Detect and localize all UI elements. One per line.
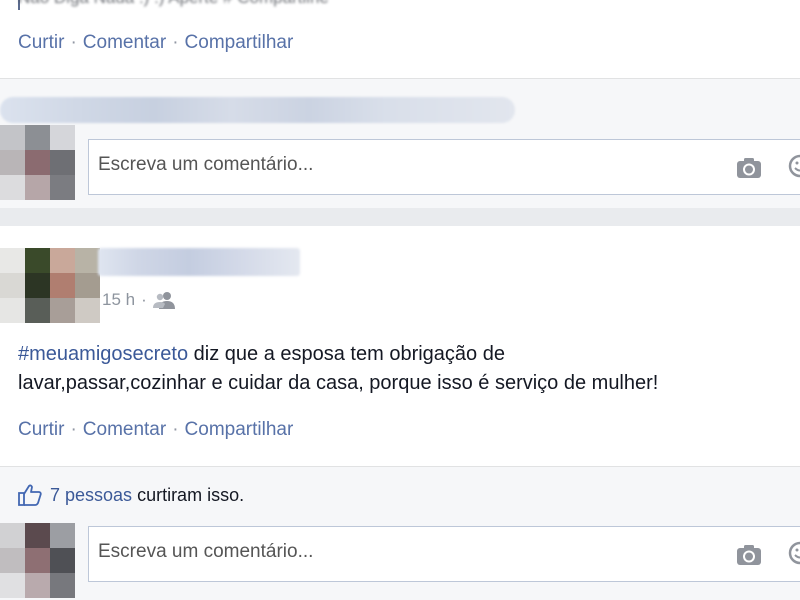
emoji-icon[interactable] xyxy=(787,539,800,567)
like-link[interactable]: Curtir xyxy=(18,32,64,53)
previous-post: Não Diga Nada :) :) Aperte # Compartilhe… xyxy=(0,0,800,78)
thumbs-up-icon[interactable] xyxy=(18,484,42,506)
author-avatar xyxy=(0,248,100,323)
separator: · xyxy=(172,32,179,53)
hashtag-link[interactable]: #meuamigosecreto xyxy=(18,343,188,365)
comments-section: 7 pessoas curtiram isso. xyxy=(0,466,800,600)
camera-icon[interactable] xyxy=(735,541,763,569)
camera-icon[interactable] xyxy=(735,154,763,182)
separator: · xyxy=(141,290,147,309)
avatar xyxy=(0,523,75,598)
previous-post-actions: Curtir · Comentar · Compartilhar xyxy=(18,32,293,54)
comment-input[interactable] xyxy=(98,154,698,176)
comment-link[interactable]: Comentar xyxy=(83,32,166,53)
separator: · xyxy=(70,32,77,53)
like-link[interactable]: Curtir xyxy=(18,419,64,440)
post-actions: Curtir · Comentar · Compartilhar xyxy=(18,419,293,441)
previous-post-text: Não Diga Nada :) :) Aperte # Compartilhe xyxy=(18,0,329,8)
emoji-icon[interactable] xyxy=(787,152,800,180)
friends-icon[interactable] xyxy=(152,291,175,309)
comment-box xyxy=(88,526,800,582)
comment-link[interactable]: Comentar xyxy=(83,419,166,440)
separator: · xyxy=(70,419,77,440)
post-text-line1: diz que a esposa tem obrigação de xyxy=(188,343,505,365)
author-name-blurred[interactable] xyxy=(98,248,300,276)
post-meta: 15 h · xyxy=(102,290,175,310)
comments-section xyxy=(0,78,800,208)
likes-summary: 7 pessoas curtiram isso. xyxy=(18,484,244,506)
comment-input[interactable] xyxy=(98,541,698,563)
share-link[interactable]: Compartilhar xyxy=(185,32,294,53)
share-link[interactable]: Compartilhar xyxy=(185,419,294,440)
avatar xyxy=(0,125,75,200)
likes-count-link[interactable]: 7 pessoas xyxy=(50,485,132,506)
post-time[interactable]: 15 h xyxy=(102,290,135,310)
comment-box xyxy=(88,139,800,195)
separator: · xyxy=(172,419,179,440)
post-card: 15 h · #meuamigosecreto diz que a esposa… xyxy=(0,226,800,466)
blurred-comment xyxy=(0,97,515,123)
likes-text: curtiram isso. xyxy=(137,484,245,505)
post-body: #meuamigosecreto diz que a esposa tem ob… xyxy=(18,340,800,398)
post-text-line2: lavar,passar,cozinhar e cuidar da casa, … xyxy=(18,372,659,394)
